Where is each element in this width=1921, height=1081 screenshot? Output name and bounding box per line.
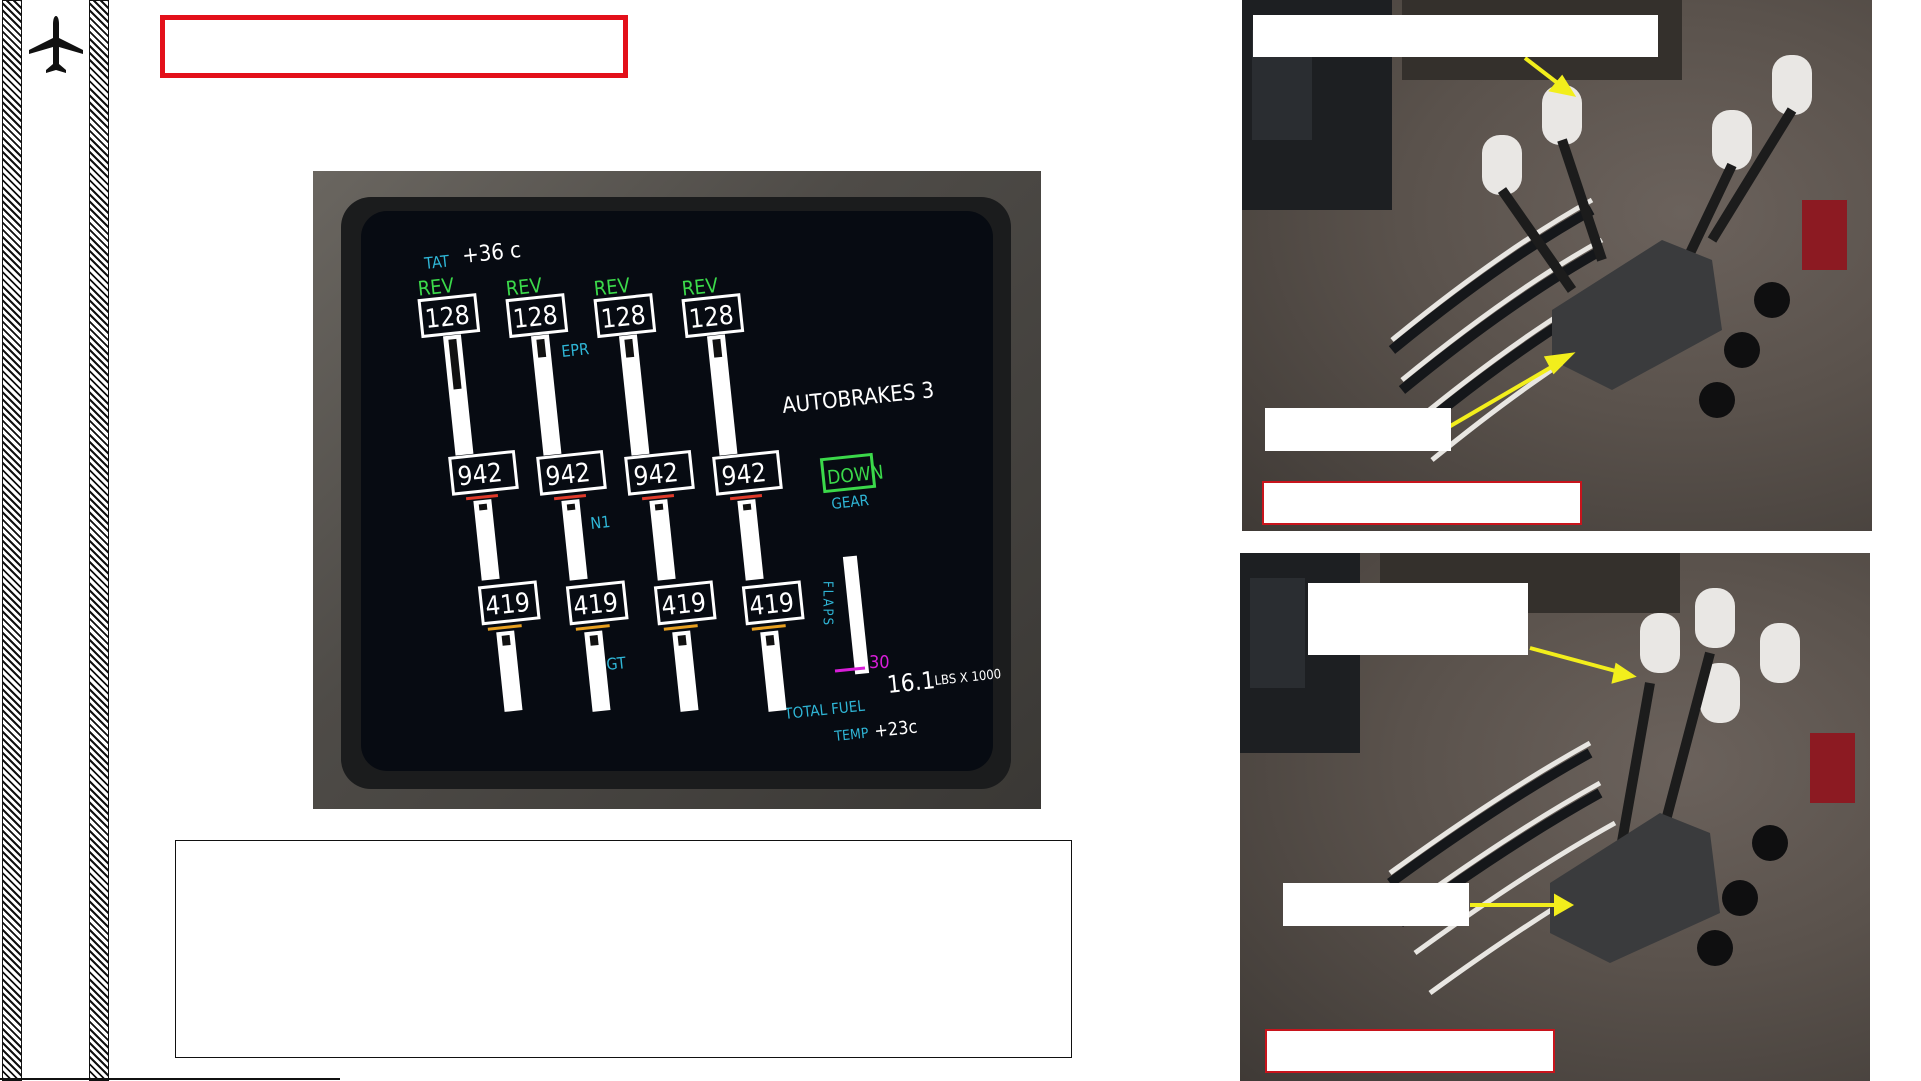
- engine-4-n1-value: 942: [720, 458, 768, 493]
- gear-label: GEAR: [831, 491, 870, 513]
- label-top-lever: [1253, 15, 1658, 57]
- engine-1-n1-value: 942: [456, 458, 504, 493]
- caption-bottom-photo: [1265, 1029, 1555, 1073]
- title-box: [160, 15, 628, 78]
- fuel-units: LBS X 1000: [934, 667, 1002, 689]
- caption-box: [175, 840, 1072, 1058]
- autobrakes-label: AUTOBRAKES 3: [781, 378, 935, 419]
- engine-1-epr-value: 128: [424, 301, 472, 336]
- engine-2-n1-value: 942: [544, 458, 592, 493]
- engine-2-epr-value: 128: [512, 301, 560, 336]
- tat-value: +36 c: [461, 238, 522, 269]
- tat-label: TAT: [422, 251, 450, 273]
- label-reverser-bottom: [1283, 883, 1469, 926]
- engine-4-epr-value: 128: [688, 301, 736, 336]
- total-fuel-label: TOTAL FUEL: [783, 697, 867, 723]
- sidebar-hatch-left: [2, 0, 22, 1081]
- flaps-label: FLAPS: [820, 581, 835, 627]
- footer-rule: [0, 1078, 340, 1080]
- thrust-lever-photo-bottom: [1240, 553, 1870, 1081]
- n1-label: N1: [589, 512, 611, 533]
- engine-4-egt-value: 419: [748, 588, 796, 623]
- temp-value: +23c: [873, 717, 918, 742]
- thrust-lever-photo-top: [1242, 0, 1872, 531]
- temp-label: TEMP: [833, 725, 870, 745]
- flaps-value: 30: [869, 652, 890, 673]
- fuel-value: 16.1: [886, 666, 937, 699]
- eicas-display-photo: TAT +36 c EPR N1 EGT AUTOBRAKES 3 DOWN G…: [313, 171, 1041, 809]
- sidebar-hatch-right: [89, 0, 109, 1081]
- caption-top-photo: [1262, 481, 1582, 525]
- label-lever-bottom: [1308, 583, 1528, 655]
- engine-3-epr-value: 128: [600, 301, 648, 336]
- engine-1-egt-value: 419: [484, 588, 532, 623]
- engine-3-egt-value: 419: [660, 588, 708, 623]
- label-reverser: [1265, 408, 1451, 451]
- airplane-icon: [29, 16, 83, 73]
- engine-2-egt-value: 419: [572, 588, 620, 623]
- engine-3-n1-value: 942: [632, 458, 680, 493]
- epr-label: EPR: [560, 339, 590, 361]
